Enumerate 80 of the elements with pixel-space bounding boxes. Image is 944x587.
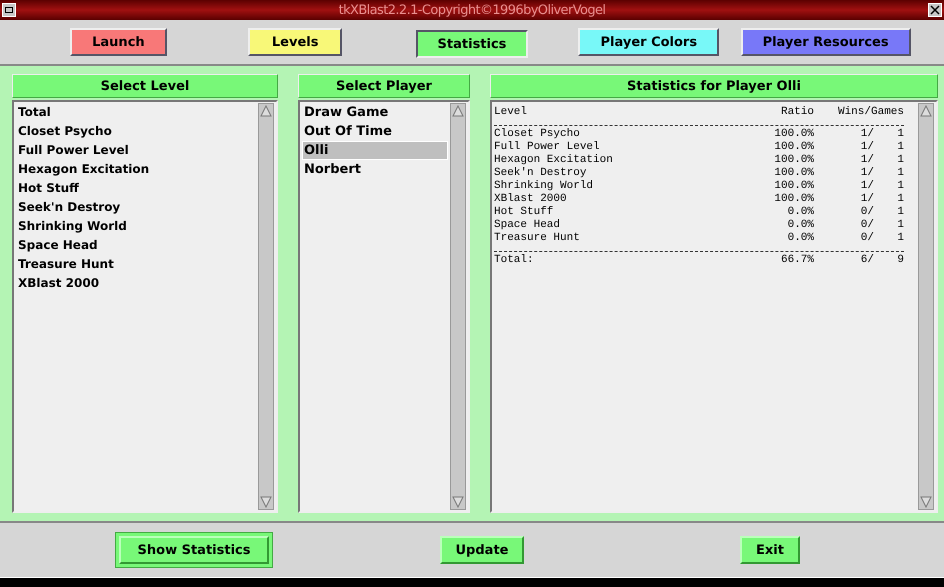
table-cell-text: Space Head [494, 219, 562, 232]
scroll-down-icon[interactable] [919, 495, 933, 509]
scroll-up-icon[interactable] [259, 104, 273, 118]
list-item[interactable]: Out Of Time [302, 122, 448, 141]
total-label: Total: [494, 254, 535, 267]
table-cell-text: Treasure Hunt [494, 232, 581, 245]
list-item[interactable]: Draw Game [302, 103, 448, 122]
panel-header: Statistics for Player Olli [490, 74, 938, 98]
table-cell-text: 1/ [860, 154, 874, 167]
list-item[interactable]: Hexagon Excitation [16, 160, 256, 179]
action-button[interactable]: Update [440, 536, 524, 564]
table-cell-text: 1/ [860, 193, 874, 206]
action-button[interactable]: Show Statistics [119, 536, 269, 564]
column-header: Wins/Games [836, 106, 904, 119]
table-cell-text: 0/ [860, 232, 874, 245]
table-cell-text: 100.0% [773, 167, 814, 180]
table-cell-text: 1 [896, 141, 904, 154]
list-item[interactable]: Treasure Hunt [16, 255, 256, 274]
list-item[interactable]: Norbert [302, 160, 448, 179]
table-cell-text: 100.0% [773, 193, 814, 206]
table-cell-text: 66.7% [780, 254, 814, 267]
list-item[interactable]: Olli [302, 141, 448, 160]
table-cell-text: 1/ [860, 141, 874, 154]
table-cell-text: 100.0% [773, 154, 814, 167]
table-cell-text: 1 [896, 232, 904, 245]
table-cell-text: 100.0% [773, 128, 814, 141]
table-cell-text: 0.0% [786, 232, 814, 245]
scroll-up-icon[interactable] [919, 104, 933, 118]
tab[interactable]: Player Colors [578, 28, 720, 56]
table-cell-text: Closet Psycho [494, 128, 581, 141]
list-item[interactable]: Seek'n Destroy [16, 198, 256, 217]
table-cell-text: 1 [896, 167, 904, 180]
table-cell-text: 100.0% [773, 180, 814, 193]
column-header: Level [494, 106, 528, 119]
table-cell-text: 0.0% [786, 219, 814, 232]
table-cell-text: 1 [896, 180, 904, 193]
list-item[interactable]: Closet Psycho [16, 122, 256, 141]
table-cell-text: 1 [896, 206, 904, 219]
scroll-down-icon[interactable] [259, 495, 273, 509]
scroll-up-icon[interactable] [451, 104, 465, 118]
table-cell-text: 1/ [860, 180, 874, 193]
table-cell-text: Full Power Level [494, 141, 601, 154]
list-item[interactable]: XBlast 2000 [16, 274, 256, 293]
table-cell-text: Hot Stuff [494, 206, 554, 219]
table-cell-text: 9 [896, 254, 904, 267]
close-icon[interactable] [928, 3, 942, 17]
tab[interactable]: Launch [70, 28, 167, 56]
column-header: Ratio [780, 106, 814, 119]
table-cell-text: 1 [896, 193, 904, 206]
table-cell-text: 100.0% [773, 141, 814, 154]
scrollbar[interactable] [258, 103, 274, 510]
table-cell-text: Shrinking World [494, 180, 594, 193]
list-item[interactable]: Shrinking World [16, 217, 256, 236]
table-cell-text: 0.0% [786, 206, 814, 219]
table-cell-text: 1 [896, 154, 904, 167]
action-button[interactable]: Exit [740, 536, 800, 564]
window-title: tkXBlast2.2.1-Copyright©1996byOliverVogel [338, 2, 606, 18]
list-item[interactable]: Hot Stuff [16, 179, 256, 198]
scrollbar[interactable] [450, 103, 466, 510]
table-cell-text: 6/ [860, 254, 874, 267]
table-cell-text: Hexagon Excitation [494, 154, 614, 167]
tab[interactable]: Player Resources [740, 28, 911, 56]
table-cell-text: 1/ [860, 167, 874, 180]
scroll-down-icon[interactable] [451, 495, 465, 509]
table-cell-text: 1/ [860, 128, 874, 141]
list-item[interactable]: Full Power Level [16, 141, 256, 160]
panel-header: Select Level [12, 74, 278, 98]
panel-header: Select Player [298, 74, 470, 98]
tab[interactable]: Statistics [416, 30, 528, 58]
list-item[interactable]: Space Head [16, 236, 256, 255]
tab[interactable]: Levels [248, 28, 342, 56]
window-menu-icon[interactable] [2, 3, 16, 17]
list-item[interactable]: Total [16, 103, 256, 122]
table-cell-text: 1 [896, 219, 904, 232]
scrollbar[interactable] [918, 103, 934, 510]
table-cell-text: Seek'n Destroy [494, 167, 588, 180]
table-cell-text: 0/ [860, 219, 874, 232]
table-cell-text: XBlast 2000 [494, 193, 568, 206]
table-cell-text: 0/ [860, 206, 874, 219]
table-cell-text: 1 [896, 128, 904, 141]
